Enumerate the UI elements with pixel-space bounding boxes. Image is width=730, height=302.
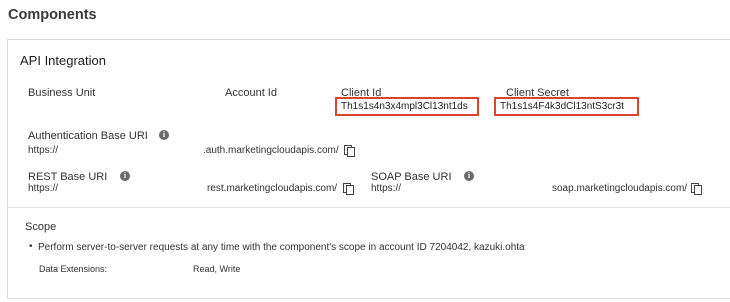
rest-base-uri-suffix: rest.marketingcloudapis.com/ [207,183,338,194]
business-unit-label: Business Unit [28,87,96,99]
rest-base-uri-prefix: https:// [28,183,59,194]
client-id-value[interactable]: Th1s1s4n3x4mpl3Cl13nt1ds [335,97,479,116]
section-title: API Integration [20,53,106,68]
page-title: Components [8,7,97,23]
auth-base-uri-prefix: https:// [28,145,59,156]
section-divider [7,207,730,208]
soap-base-uri-suffix: soap.marketingcloudapis.com/ [552,183,688,194]
api-integration-card [7,39,730,299]
data-extensions-value: Read, Write [193,264,241,274]
account-id-label: Account Id [225,87,277,99]
copy-icon[interactable] [343,183,354,195]
client-secret-value[interactable]: Th1s1s4F4k3dCl13ntS3cr3t [494,97,639,116]
bullet-icon: • [29,241,33,252]
auth-base-uri-suffix: .auth.marketingcloudapis.com/ [203,145,339,156]
soap-base-uri-label: SOAP Base URI [371,171,452,183]
rest-base-uri-label: REST Base URI [28,171,108,183]
soap-base-uri-prefix: https:// [371,183,402,194]
copy-icon[interactable] [691,183,702,195]
data-extensions-label: Data Extensions: [39,264,108,274]
auth-base-uri-label: Authentication Base URI [28,130,148,142]
copy-icon[interactable] [344,145,355,157]
info-icon[interactable]: i [159,130,169,140]
info-icon[interactable]: i [120,171,130,181]
scope-description: Perform server-to-server requests at any… [38,242,525,253]
info-icon[interactable]: i [464,171,474,181]
scope-title: Scope [25,221,57,233]
